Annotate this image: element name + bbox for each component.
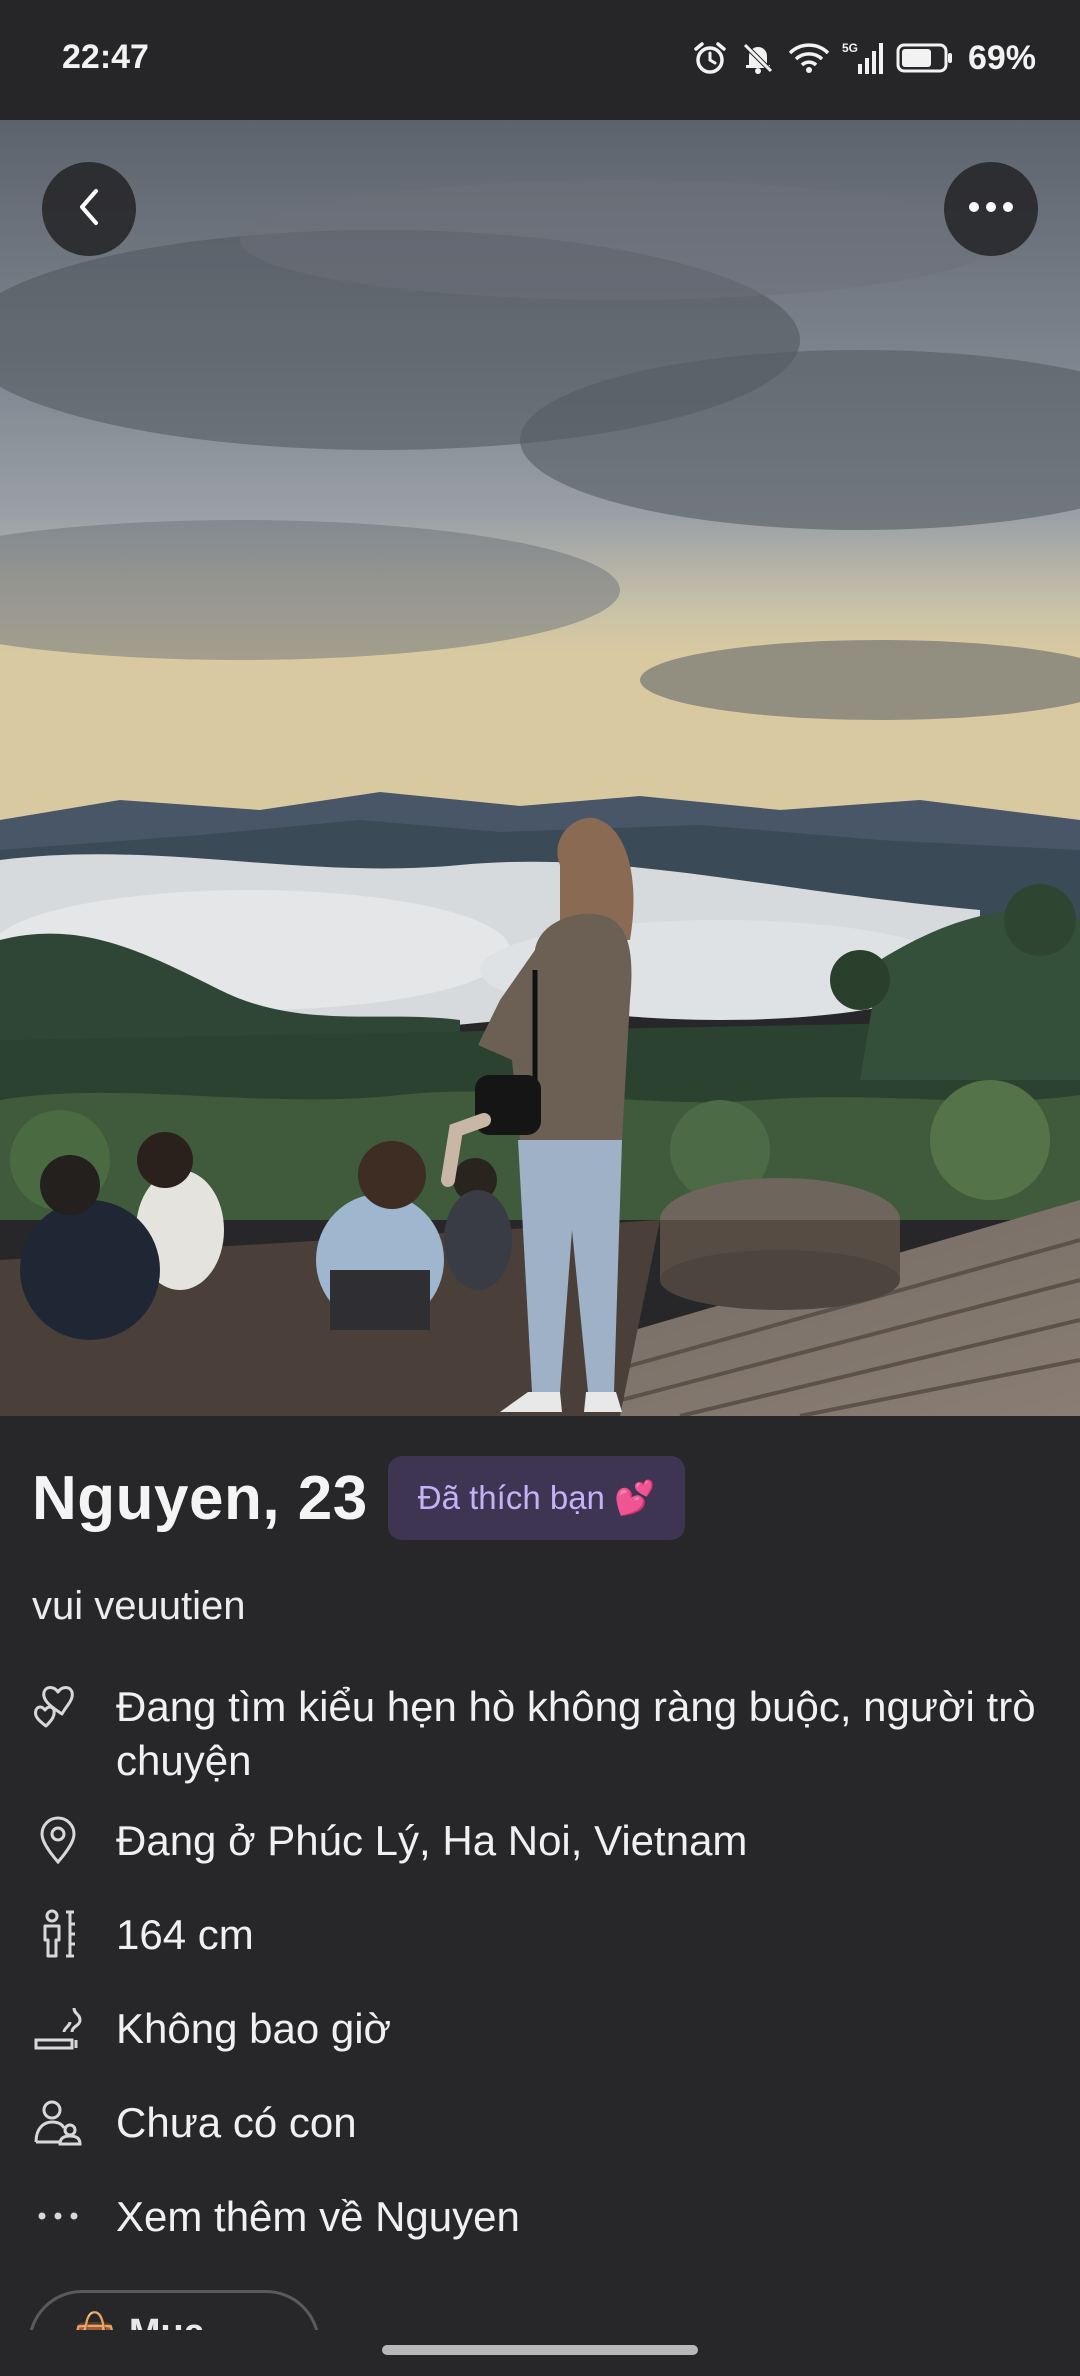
profile-photo[interactable] xyxy=(0,120,1080,1416)
location-pin-icon xyxy=(32,1814,84,1866)
chevron-left-icon xyxy=(74,185,104,234)
status-icons: 5G 69% xyxy=(692,36,1036,80)
home-indicator[interactable] xyxy=(382,2345,698,2355)
detail-children: Chưa có con xyxy=(32,2096,1052,2150)
profile-name-age: Nguyen, 23 xyxy=(32,1463,368,1533)
detail-text: Không bao giờ xyxy=(116,2005,392,2052)
name-row: Nguyen, 23 Đã thích bạn 💕 xyxy=(32,1456,686,1540)
profile-info: Nguyen, 23 Đã thích bạn 💕 vui veuutien Đ… xyxy=(0,1416,1080,2376)
svg-text:5G: 5G xyxy=(842,41,858,55)
detail-text: 164 cm xyxy=(116,1911,254,1958)
detail-text: Đang tìm kiểu hẹn hò không ràng buộc, ng… xyxy=(116,1683,1036,1784)
height-icon xyxy=(32,1908,84,1960)
see-more-link[interactable]: Xem thêm về Nguyen xyxy=(116,2190,520,2244)
detail-location: Đang ở Phúc Lý, Ha Noi, Vietnam xyxy=(32,1814,1052,1868)
detail-text: Đang ở Phúc Lý, Ha Noi, Vietnam xyxy=(116,1817,748,1864)
more-options-button[interactable] xyxy=(944,162,1038,256)
battery-icon xyxy=(896,42,954,74)
detail-height: 164 cm xyxy=(32,1908,1052,1962)
detail-smoking: Không bao giờ xyxy=(32,2002,1052,2056)
status-bar: 22:47 5G 69% xyxy=(0,0,1080,120)
profile-bio: vui veuutien xyxy=(32,1584,246,1628)
bell-off-icon xyxy=(740,40,776,76)
hearts-icon xyxy=(32,1680,84,1732)
back-button[interactable] xyxy=(42,162,136,256)
smoking-icon xyxy=(32,2002,84,2054)
alarm-icon xyxy=(692,40,728,76)
status-time: 22:47 xyxy=(62,38,149,76)
liked-you-badge: Đã thích bạn 💕 xyxy=(387,1456,686,1540)
detail-looking-for: Đang tìm kiểu hẹn hò không ràng buộc, ng… xyxy=(32,1680,1052,1788)
battery-percent: 69% xyxy=(967,38,1036,77)
more-dots-icon xyxy=(32,2190,84,2242)
children-icon xyxy=(32,2096,84,2148)
signal-5g-icon: 5G xyxy=(842,40,884,76)
see-more-row[interactable]: Xem thêm về Nguyen xyxy=(32,2190,1052,2244)
detail-text: Chưa có con xyxy=(116,2099,357,2146)
more-horizontal-icon xyxy=(968,200,1014,218)
wifi-icon xyxy=(788,41,830,75)
